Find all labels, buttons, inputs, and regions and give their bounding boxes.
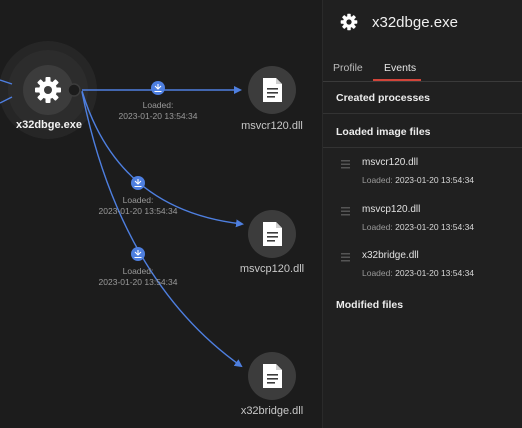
file-icon — [263, 364, 282, 388]
edge-x32bridge[interactable] — [81, 91, 243, 368]
edge-time: 2023-01-20 13:54:34 — [98, 206, 178, 216]
load-badge-icon — [151, 81, 165, 95]
load-badge-icon — [131, 176, 145, 190]
edge-label-msvcr120: Loaded: 2023-01-20 13:54:34 — [113, 100, 203, 122]
loaded-item-msvcr120[interactable]: msvcr120.dll Loaded: 2023-01-20 13:54:34 — [323, 156, 522, 196]
item-meta: Loaded: 2023-01-20 13:54:34 — [362, 222, 474, 232]
section-title: Modified files — [336, 299, 404, 311]
active-tab-indicator — [373, 79, 421, 81]
meta-time: 2023-01-20 13:54:34 — [395, 268, 475, 278]
loaded-item-msvcp120[interactable]: msvcp120.dll Loaded: 2023-01-20 13:54:34 — [323, 203, 522, 243]
list-icon — [341, 160, 350, 169]
meta-label: Loaded: — [362, 268, 393, 278]
item-meta: Loaded: 2023-01-20 13:54:34 — [362, 175, 474, 185]
meta-time: 2023-01-20 13:54:34 — [395, 222, 475, 232]
edge-status: Loaded: — [122, 266, 154, 276]
gear-icon — [340, 13, 358, 31]
list-icon — [341, 207, 350, 216]
section-title: Created processes — [336, 92, 430, 104]
meta-label: Loaded: — [362, 175, 393, 185]
item-name: x32bridge.dll — [362, 250, 419, 261]
section-title: Loaded image files — [336, 126, 431, 138]
tab-bar: Profile Events — [323, 58, 522, 82]
file-node-msvcp120[interactable] — [248, 210, 296, 258]
item-name: msvcr120.dll — [362, 157, 419, 168]
list-icon — [341, 253, 350, 262]
file-label-x32bridge[interactable]: x32bridge.dll — [222, 405, 322, 417]
item-name: msvcp120.dll — [362, 204, 421, 215]
file-icon — [263, 78, 282, 102]
gear-icon — [35, 77, 61, 103]
load-badge-icon — [131, 247, 145, 261]
section-loaded-image-files[interactable]: Loaded image files — [323, 118, 522, 148]
process-graph[interactable]: x32dbge.exe Loaded: 2023-01-20 13:54:34 … — [0, 0, 322, 428]
main-node-label[interactable]: x32dbge.exe — [2, 119, 96, 131]
meta-label: Loaded: — [362, 222, 393, 232]
file-icon — [263, 222, 282, 246]
edge-label-msvcp120: Loaded: 2023-01-20 13:54:34 — [93, 195, 183, 217]
file-label-msvcr120[interactable]: msvcr120.dll — [222, 120, 322, 132]
tab-events[interactable]: Events — [384, 62, 416, 74]
section-modified-files[interactable]: Modified files — [323, 291, 522, 320]
edge-status: Loaded: — [142, 100, 174, 110]
panel-header: x32dbge.exe — [323, 0, 522, 46]
file-node-msvcr120[interactable] — [248, 66, 296, 114]
section-created-processes[interactable]: Created processes — [323, 84, 522, 114]
loaded-item-x32bridge[interactable]: x32bridge.dll Loaded: 2023-01-20 13:54:3… — [323, 249, 522, 289]
file-node-x32bridge[interactable] — [248, 352, 296, 400]
edge-time: 2023-01-20 13:54:34 — [98, 277, 178, 287]
edge-label-x32bridge: Loaded: 2023-01-20 13:54:34 — [93, 266, 183, 288]
details-panel: x32dbge.exe Profile Events Created proce… — [322, 0, 522, 428]
item-meta: Loaded: 2023-01-20 13:54:34 — [362, 268, 474, 278]
tab-profile[interactable]: Profile — [333, 62, 363, 74]
file-label-msvcp120[interactable]: msvcp120.dll — [222, 263, 322, 275]
panel-title: x32dbge.exe — [372, 14, 458, 31]
node-port[interactable] — [67, 83, 81, 97]
meta-time: 2023-01-20 13:54:34 — [395, 175, 475, 185]
edge-status: Loaded: — [122, 195, 154, 205]
edge-time: 2023-01-20 13:54:34 — [118, 111, 198, 121]
